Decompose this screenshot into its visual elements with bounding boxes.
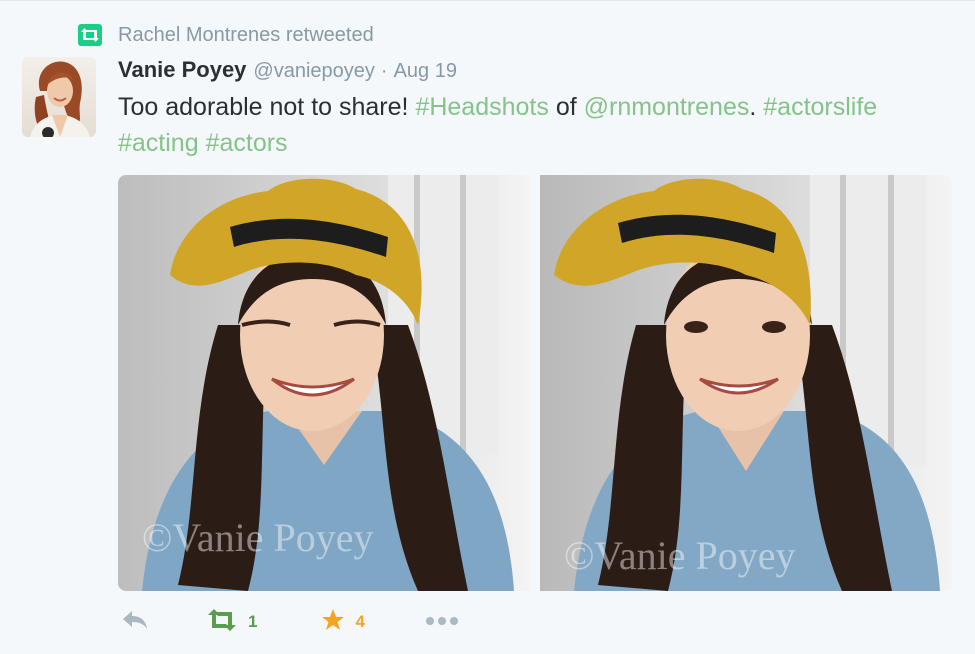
author-handle[interactable]: @vaniepoyey <box>253 60 374 83</box>
mention-rnmontrenes[interactable]: @rnmontrenes <box>584 93 750 121</box>
tweet-text-part: of <box>548 93 584 121</box>
photo-watermark: ©Vanie Poyey <box>142 515 373 560</box>
tweet[interactable]: Rachel Montrenes retweeted Vanie Poyey @… <box>0 0 975 654</box>
tweet-header: Vanie Poyey @vaniepoyey · Aug 19 <box>118 57 457 85</box>
photo-watermark: ©Vanie Poyey <box>564 533 795 578</box>
tweet-text: Too adorable not to share! #Headshots of… <box>118 89 948 161</box>
retweet-button[interactable]: 1 <box>206 608 258 636</box>
more-dots-icon <box>425 613 459 631</box>
photo-1[interactable]: ©Vanie Poyey <box>118 175 530 591</box>
timestamp[interactable]: Aug 19 <box>394 60 457 83</box>
more-button[interactable] <box>425 613 459 631</box>
hashtag-actorslife[interactable]: #actorslife <box>763 93 877 121</box>
reply-button[interactable] <box>122 610 148 635</box>
retweet-context: Rachel Montrenes retweeted <box>78 22 374 48</box>
star-icon <box>321 608 345 637</box>
media-container: ©Vanie Poyey ©Vanie Poyey <box>118 175 952 591</box>
hashtag-actors[interactable]: #actors <box>206 129 288 157</box>
retweet-icon <box>78 24 102 46</box>
author-name[interactable]: Vanie Poyey <box>118 57 246 83</box>
reply-icon <box>122 610 148 635</box>
tweet-text-part: . <box>749 93 764 121</box>
tweet-actions: 1 4 <box>118 605 459 639</box>
favorite-button[interactable]: 4 <box>321 608 365 637</box>
tweet-text-part <box>199 129 206 157</box>
retweet-context-text[interactable]: Rachel Montrenes retweeted <box>118 24 374 47</box>
hashtag-acting[interactable]: #acting <box>118 129 199 157</box>
retweet-count: 1 <box>248 612 258 631</box>
separator: · <box>380 60 388 82</box>
avatar[interactable] <box>22 57 96 137</box>
tweet-text-part: Too adorable not to share! <box>118 93 416 121</box>
favorite-count: 4 <box>355 612 365 631</box>
hashtag-headshots[interactable]: #Headshots <box>415 93 548 121</box>
retweet-icon <box>206 608 238 636</box>
photo-2[interactable]: ©Vanie Poyey <box>540 175 952 591</box>
